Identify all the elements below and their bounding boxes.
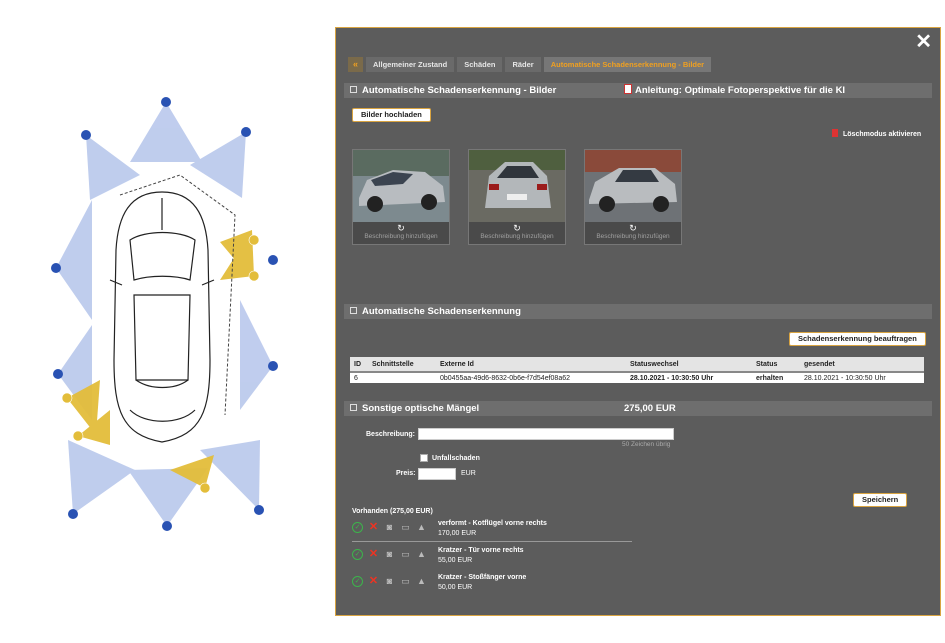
other-defects-total: 275,00 EUR (624, 403, 676, 414)
comment-icon[interactable]: ▭ (400, 549, 411, 560)
price-label: Preis: (396, 470, 416, 477)
images-section-title: Automatische Schadenserkennung - Bilder (362, 85, 557, 96)
cell-interface (368, 372, 436, 383)
cell-status-change: 28.10.2021 - 10:30:50 Uhr (626, 372, 752, 383)
delete-mode-toggle[interactable]: Löschmodus aktivieren (832, 129, 922, 138)
car-photo-rear[interactable] (469, 150, 565, 222)
delete-icon[interactable]: ✕ (368, 576, 379, 587)
list-item: ✓ ✕ ◙ ▭ ▲ verformt - Kotflügel vorne rec… (352, 520, 632, 542)
car-outline (109, 191, 215, 443)
comment-icon[interactable]: ▭ (400, 576, 411, 587)
other-defects-title: Sonstige optische Mängel (362, 403, 480, 414)
list-item: ✓ ✕ ◙ ▭ ▲ Kratzer - Stoßfänger vorne 50,… (352, 574, 632, 596)
divider (352, 541, 632, 542)
warning-icon[interactable]: ▲ (416, 522, 427, 533)
tab-damages[interactable]: Schäden (457, 57, 503, 72)
item-title: verformt - Kotflügel vorne rechts (438, 520, 547, 527)
column-header[interactable]: ID (350, 357, 368, 373)
order-detection-button[interactable]: Schadenserkennung beauftragen (789, 332, 926, 346)
car-photo-front-left[interactable] (353, 150, 449, 222)
camera-icon[interactable]: ◙ (384, 549, 395, 560)
cell-sent: 28.10.2021 - 10:30:50 Uhr (800, 372, 924, 383)
delete-mode-label: Löschmodus aktivieren (843, 130, 922, 138)
price-input[interactable] (418, 468, 456, 480)
damage-detection-modal: ✕ « Allgemeiner Zustand Schäden Räder Au… (335, 27, 941, 616)
table-row[interactable]: 6 0b0455aa-49d6-8632-0b6e-f7d54ef08a62 2… (350, 372, 924, 383)
tab-auto-damage-images[interactable]: Automatische Schadenserkennung - Bilder (543, 57, 712, 72)
description-input[interactable] (418, 428, 674, 440)
save-button[interactable]: Speichern (853, 493, 908, 507)
column-header[interactable]: gesendet (800, 357, 924, 373)
currency-label: EUR (461, 470, 476, 477)
image-thumbnail[interactable]: ↻ Beschreibung hinzufügen (352, 149, 450, 245)
chars-remaining: 50 Zeichen übrig (622, 441, 671, 448)
accident-damage-label: Unfallschaden (432, 455, 480, 462)
upload-images-button[interactable]: Bilder hochladen (352, 108, 431, 122)
check-icon[interactable]: ✓ (352, 522, 363, 533)
collapse-icon[interactable] (350, 306, 357, 314)
item-price: 50,00 EUR (438, 584, 473, 591)
detection-section-title: Automatische Schadenserkennung (362, 306, 521, 317)
detection-table: ID Schnittstelle Externe Id Statuswechse… (350, 357, 924, 383)
camera-cones (56, 102, 273, 526)
warning-icon[interactable]: ▲ (416, 576, 427, 587)
tab-wheels[interactable]: Räder (505, 57, 541, 72)
camera-position-diagram (51, 97, 278, 531)
delete-icon[interactable]: ✕ (368, 522, 379, 533)
detection-section-header[interactable]: Automatische Schadenserkennung (344, 304, 932, 319)
collapse-icon[interactable] (350, 85, 357, 93)
delete-icon[interactable]: ✕ (368, 549, 379, 560)
cell-external-id: 0b0455aa-49d6-8632-0b6e-f7d54ef08a62 (436, 372, 626, 383)
trash-icon (832, 129, 838, 137)
add-description-link[interactable]: Beschreibung hinzufügen (469, 233, 565, 240)
description-label: Beschreibung: (366, 431, 416, 438)
guide-link-label: Anleitung: Optimale Fotoperspektive für … (635, 85, 846, 96)
column-header[interactable]: Schnittstelle (368, 357, 436, 373)
images-section-header[interactable]: Automatische Schadenserkennung - Bilder … (344, 83, 932, 98)
collapse-icon[interactable] (350, 403, 357, 411)
car-photo-side-right[interactable] (585, 150, 681, 222)
add-description-link[interactable]: Beschreibung hinzufügen (585, 233, 681, 240)
comment-icon[interactable]: ▭ (400, 522, 411, 533)
item-title: Kratzer - Stoßfänger vorne (438, 574, 527, 581)
column-header[interactable]: Status (752, 357, 800, 373)
column-header[interactable]: Externe Id (436, 357, 626, 373)
rotate-icon[interactable]: ↻ (353, 223, 449, 233)
add-description-link[interactable]: Beschreibung hinzufügen (353, 233, 449, 240)
rotate-icon[interactable]: ↻ (469, 223, 565, 233)
guide-link[interactable]: Anleitung: Optimale Fotoperspektive für … (624, 83, 845, 98)
tab-bar: « Allgemeiner Zustand Schäden Räder Auto… (348, 57, 712, 72)
available-label: Vorhanden (275,00 EUR) (352, 508, 433, 515)
camera-icon[interactable]: ◙ (384, 522, 395, 533)
image-thumbnail[interactable]: ↻ Beschreibung hinzufügen (468, 149, 566, 245)
item-price: 55,00 EUR (438, 557, 473, 564)
camera-icon[interactable]: ◙ (384, 576, 395, 587)
check-icon[interactable]: ✓ (352, 576, 363, 587)
item-title: Kratzer - Tür vorne rechts (438, 547, 524, 554)
item-price: 170,00 EUR (438, 530, 477, 537)
accident-damage-checkbox[interactable] (420, 454, 428, 462)
other-defects-section-header[interactable]: Sonstige optische Mängel 275,00 EUR (344, 401, 932, 416)
table-header-row: ID Schnittstelle Externe Id Statuswechse… (350, 357, 924, 373)
rotate-icon[interactable]: ↻ (585, 223, 681, 233)
cell-id: 6 (350, 372, 368, 383)
tab-general-condition[interactable]: Allgemeiner Zustand (366, 57, 455, 72)
check-icon[interactable]: ✓ (352, 549, 363, 560)
close-icon[interactable]: ✕ (915, 32, 932, 52)
tab-back[interactable]: « (348, 57, 364, 72)
image-thumbnail[interactable]: ↻ Beschreibung hinzufügen (584, 149, 682, 245)
column-header[interactable]: Statuswechsel (626, 357, 752, 373)
pdf-icon (624, 84, 632, 95)
stage: ✕ « Allgemeiner Zustand Schäden Räder Au… (0, 0, 945, 643)
list-item: ✓ ✕ ◙ ▭ ▲ Kratzer - Tür vorne rechts 55,… (352, 547, 632, 569)
warning-icon[interactable]: ▲ (416, 549, 427, 560)
cell-status: erhalten (752, 372, 800, 383)
